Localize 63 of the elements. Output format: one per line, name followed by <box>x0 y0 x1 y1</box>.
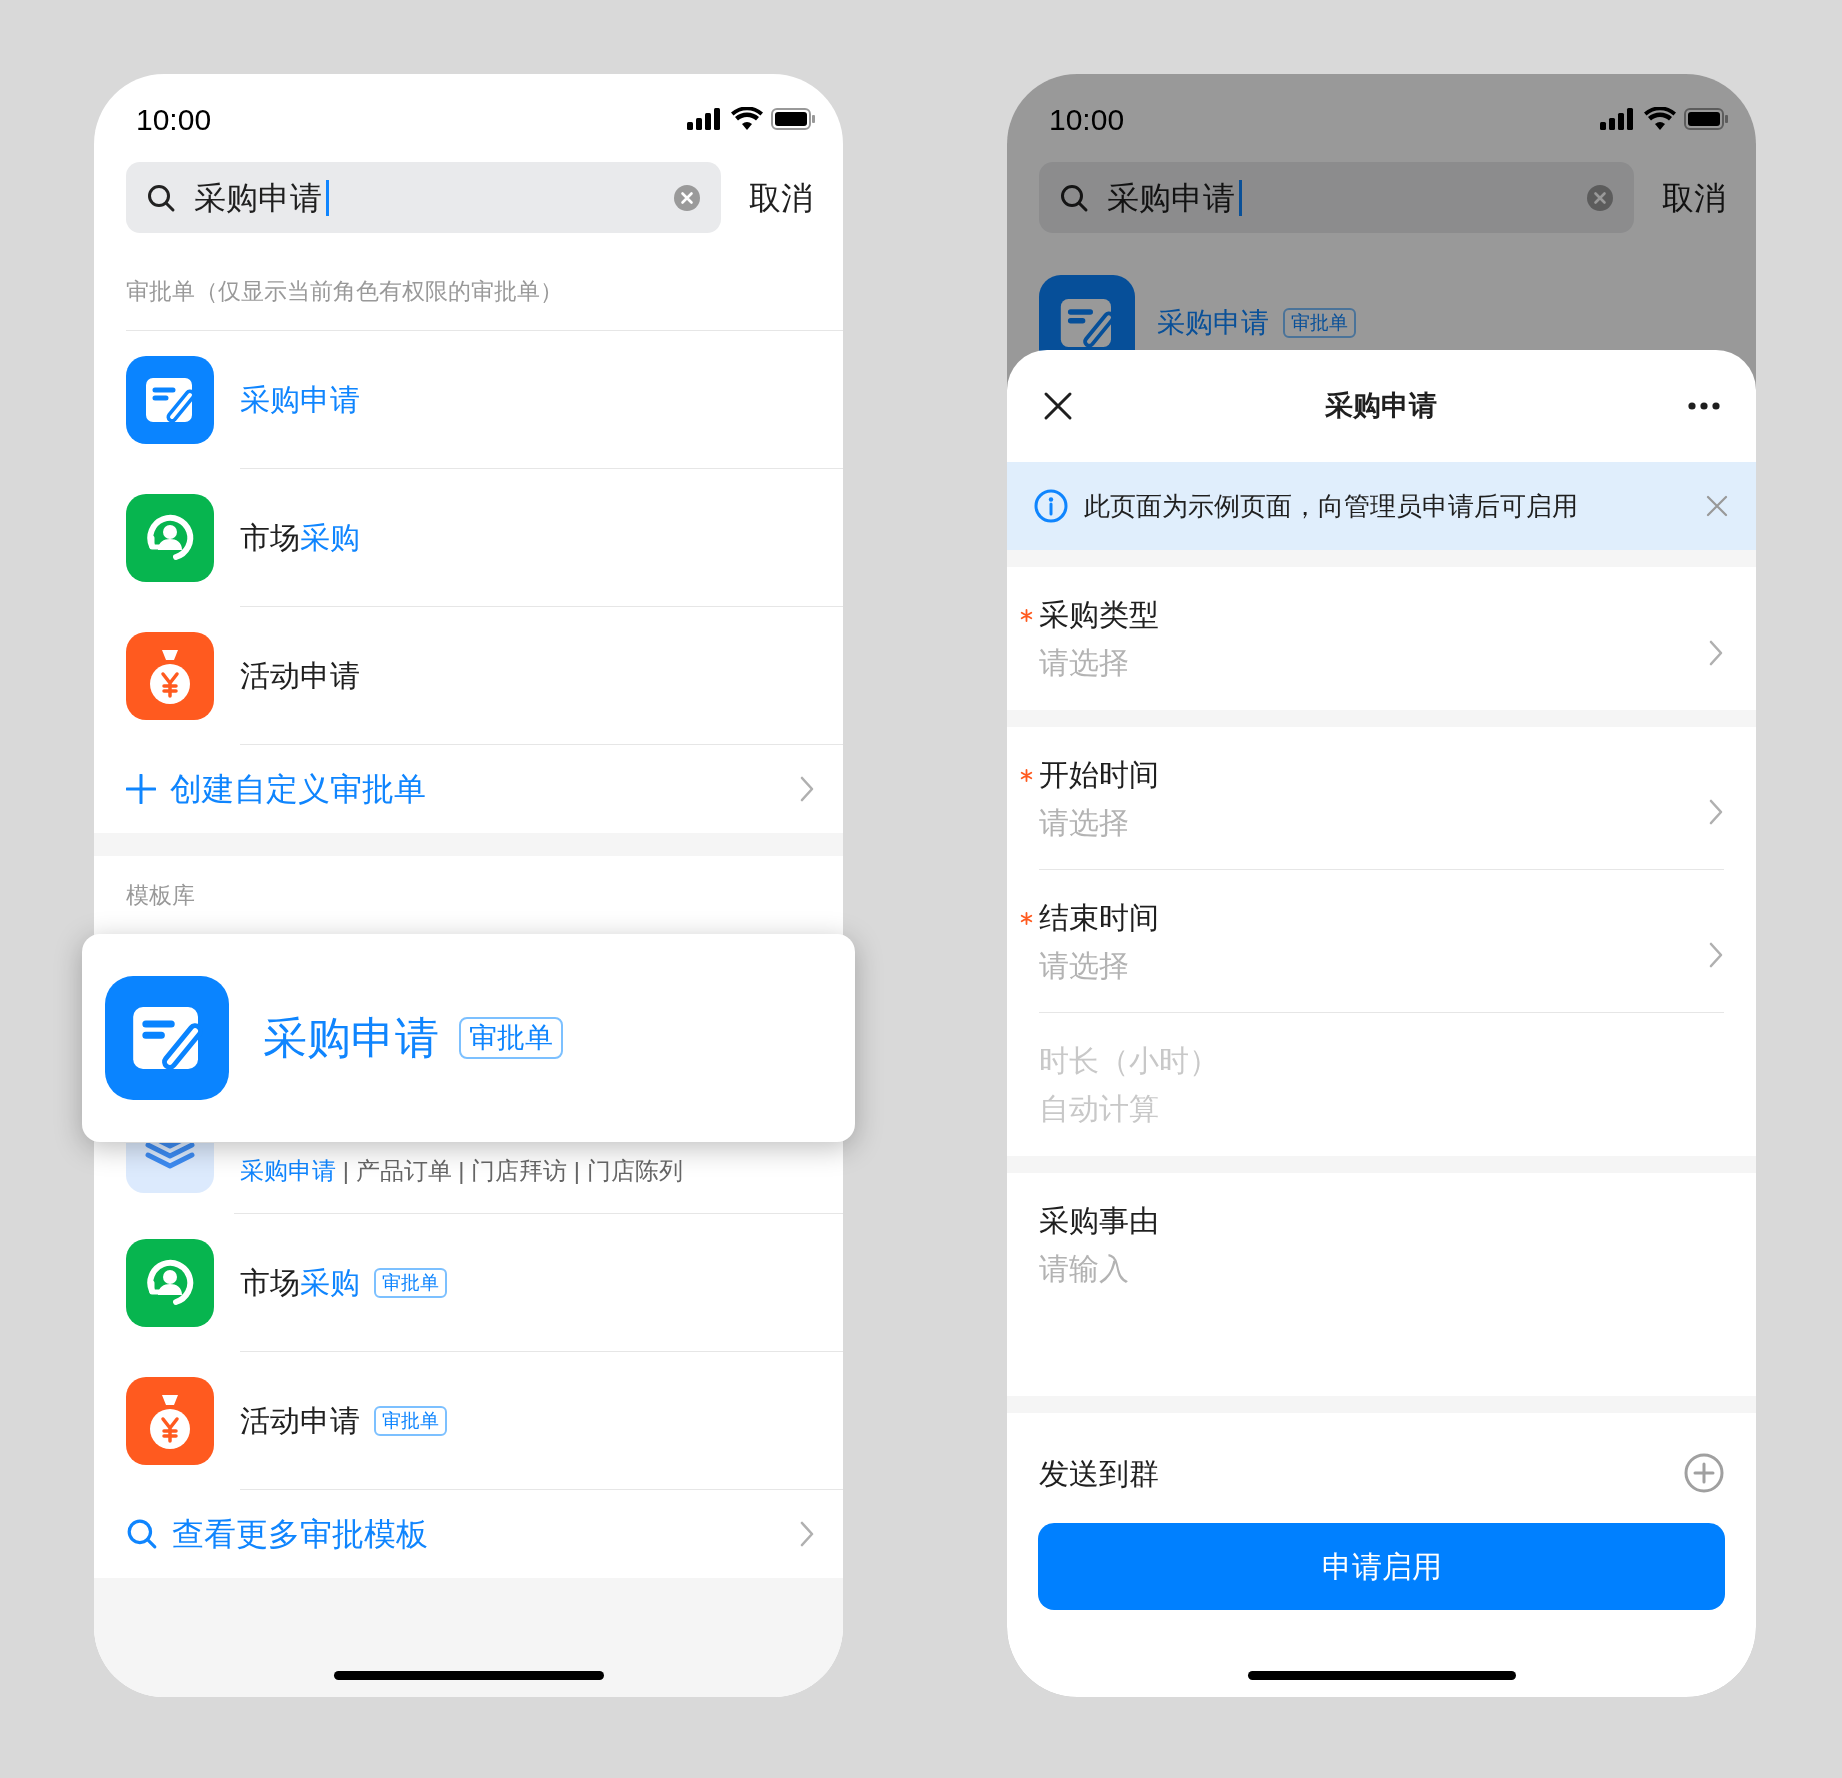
chevron-right-icon <box>1708 638 1724 667</box>
chevron-right-icon <box>799 775 815 803</box>
picker-field[interactable]: 请选择 <box>1039 803 1339 843</box>
document-edit-icon <box>126 356 214 444</box>
search-icon <box>146 182 176 213</box>
plus-icon <box>126 774 156 804</box>
picker-field[interactable]: 请选择 <box>1039 946 1339 986</box>
clear-icon[interactable] <box>1586 183 1614 212</box>
search-field[interactable]: 采购申请 <box>1107 173 1239 222</box>
signal-icon <box>1600 108 1636 130</box>
item-subtitle: 采购申请 | 产品订单 | 门店拜访 | 门店陈列 <box>240 1156 683 1186</box>
field-label: 发送到群 <box>1039 1455 1159 1492</box>
category-tag: 审批单 <box>374 1405 447 1436</box>
wifi-icon <box>731 107 763 131</box>
close-icon[interactable] <box>1043 391 1073 421</box>
cancel-button[interactable]: 取消 <box>749 173 813 222</box>
info-icon <box>1034 489 1068 523</box>
signal-icon <box>687 108 723 130</box>
category-tag: 审批单 <box>459 1017 563 1059</box>
field-label: 开始时间 <box>1039 757 1160 793</box>
highlight-card[interactable]: 采购申请 审批单 <box>82 934 855 1142</box>
chevron-right-icon <box>1708 941 1724 969</box>
text-cursor <box>1239 179 1242 216</box>
picker-field[interactable]: 请选择 <box>1039 643 1339 683</box>
item-title[interactable]: 市场采购 <box>240 515 360 560</box>
field-label: 采购类型 <box>1039 597 1160 633</box>
status-time: 10:00 <box>1049 101 1125 138</box>
chevron-right-icon <box>1708 798 1724 826</box>
money-bag-icon <box>126 632 214 720</box>
section-header: 模板库 <box>126 881 195 911</box>
battery-icon <box>771 108 815 130</box>
field-label: 采购事由 <box>1039 1203 1160 1239</box>
item-title: 采购申请 <box>1157 306 1269 340</box>
wifi-icon <box>1644 107 1676 131</box>
item-title: 采购申请 <box>263 1012 439 1064</box>
status-time: 10:00 <box>136 101 212 138</box>
search-field[interactable]: 采购申请 <box>194 173 326 222</box>
item-title[interactable]: 市场采购 <box>240 1260 360 1305</box>
more-templates-link[interactable]: 查看更多审批模板 <box>126 1510 428 1558</box>
submit-button[interactable]: 申请启用 <box>1038 1523 1725 1610</box>
sheet-title: 采购申请 <box>1324 389 1437 423</box>
chevron-right-icon <box>799 1520 815 1548</box>
item-title[interactable]: 采购申请 <box>240 377 360 422</box>
notice-text: 此页面为示例页面，向管理员申请后可启用 <box>1084 489 1578 523</box>
reason-field[interactable]: 请输入 <box>1039 1249 1639 1369</box>
add-icon[interactable] <box>1684 1453 1724 1493</box>
item-title[interactable]: 活动申请 <box>240 1398 360 1443</box>
cancel-button[interactable]: 取消 <box>1662 173 1726 222</box>
category-tag: 审批单 <box>1283 308 1356 338</box>
item-title[interactable]: 活动申请 <box>240 653 360 698</box>
text-cursor <box>326 179 329 216</box>
layers-icon <box>126 1143 214 1193</box>
create-template-link[interactable]: 创建自定义审批单 <box>126 765 426 813</box>
section-header: 审批单（仅显示当前角色有权限的审批单） <box>126 276 563 306</box>
document-edit-icon <box>105 976 229 1100</box>
search-icon <box>1059 182 1089 213</box>
category-tag: 审批单 <box>374 1267 447 1298</box>
more-icon[interactable] <box>1688 402 1720 410</box>
clear-icon[interactable] <box>673 183 701 212</box>
money-bag-icon <box>126 1377 214 1465</box>
search-icon <box>126 1518 158 1550</box>
field-label: 结束时间 <box>1039 900 1160 936</box>
battery-icon <box>1684 108 1728 130</box>
